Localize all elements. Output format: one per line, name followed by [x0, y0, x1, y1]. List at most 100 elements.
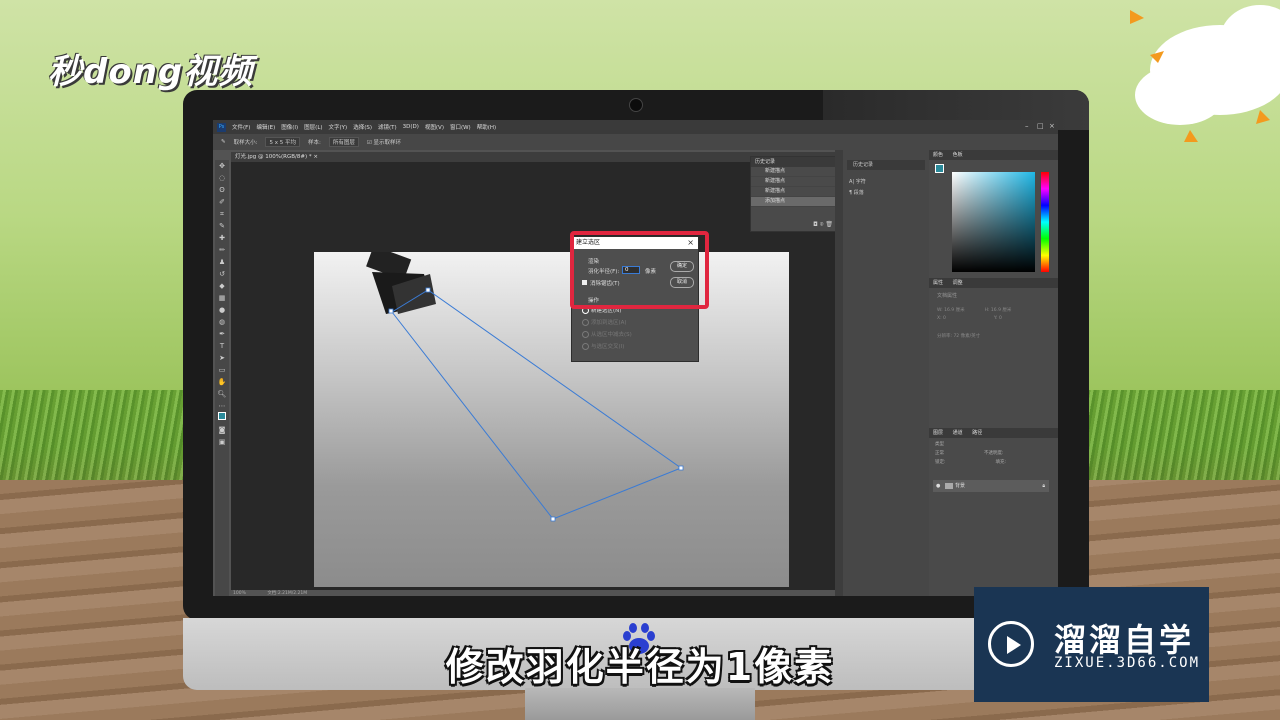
blur-tool-icon[interactable]: ● [215, 304, 229, 316]
foreground-color-swatch[interactable] [935, 164, 944, 173]
menu-image[interactable]: 图像(I) [281, 123, 298, 131]
history-panel-button[interactable]: 历史记录 [847, 160, 925, 170]
gradient-tool-icon[interactable]: ▦ [215, 292, 229, 304]
eraser-tool-icon[interactable]: ◆ [215, 280, 229, 292]
shape-tool-icon[interactable]: ▭ [215, 364, 229, 376]
options-bar: ✎ 取样大小: 5 x 5 平均 样本: 所有图层 ☑ 显示取样环 [213, 134, 1058, 150]
radio-subtract-selection[interactable] [582, 331, 589, 338]
history-item[interactable]: 新建描点 [751, 177, 839, 187]
camera-icon[interactable]: ⌾ [820, 221, 824, 228]
move-tool-icon[interactable]: ✥ [215, 160, 229, 172]
quick-select-tool-icon[interactable]: ✐ [215, 196, 229, 208]
type-tool-icon[interactable]: T [215, 340, 229, 352]
brand-logo: 秒dong视频 [48, 52, 254, 92]
dodge-tool-icon[interactable]: ◍ [215, 316, 229, 328]
panel-dock-strip [835, 150, 843, 596]
character-label: 字符 [855, 179, 866, 185]
tab-channels[interactable]: 通道 [953, 430, 963, 436]
tab-close-icon[interactable]: × [313, 154, 318, 160]
history-panel-title: 历史记录 [751, 157, 839, 167]
tab-color[interactable]: 颜色 [933, 152, 943, 158]
eyedropper-tool-icon[interactable]: ✎ [215, 220, 229, 232]
show-ring-label: 显示取样环 [373, 140, 402, 146]
opacity-label: 不透明度: [984, 451, 1004, 456]
monitor-stand [525, 688, 755, 720]
lock-icon: 🔒︎ [1042, 483, 1045, 489]
stamp-tool-icon[interactable]: ♟ [215, 256, 229, 268]
fill-label: 填充: [995, 460, 1007, 465]
healing-tool-icon[interactable]: ✚ [215, 232, 229, 244]
tab-layers[interactable]: 图层 [933, 430, 943, 436]
more-tools-icon[interactable]: ⋯ [215, 400, 229, 412]
watermark-site: ZIXUE.3D66.COM [1054, 655, 1201, 671]
minimize-icon[interactable]: – [1025, 122, 1029, 130]
snapshot-icon[interactable]: ◘ [813, 221, 818, 228]
properties-panel: 属性 调整 文档属性 W: 16.9 厘米 H: 16.9 厘米 X: 0 Y:… [929, 278, 1058, 426]
maximize-icon[interactable]: □ [1037, 122, 1044, 130]
hand-tool-icon[interactable]: ✋ [215, 376, 229, 388]
layer-kind-filter[interactable]: 类型 [929, 438, 1058, 447]
zoom-level: 100% [233, 591, 246, 596]
paragraph-panel-button[interactable]: ¶ 段落 [849, 189, 925, 196]
zoom-tool-icon[interactable]: 🔍︎ [215, 388, 229, 400]
brush-tool-icon[interactable]: ✏ [215, 244, 229, 256]
menu-help[interactable]: 帮助(H) [477, 123, 496, 131]
history-item-selected[interactable]: 添加描点 [751, 197, 839, 207]
play-circle-icon [988, 621, 1034, 667]
crop-tool-icon[interactable]: ⌗ [215, 208, 229, 220]
highlight-annotation-box [570, 231, 709, 309]
spotlight-lamp [366, 252, 436, 314]
lasso-tool-icon[interactable]: ʘ [215, 184, 229, 196]
pen-tool-icon[interactable]: ✒ [215, 328, 229, 340]
sample-label: 样本: [307, 140, 321, 146]
color-picker-field[interactable] [952, 172, 1035, 272]
close-icon[interactable]: × [1049, 122, 1055, 130]
color-swatches-icon[interactable] [215, 412, 229, 424]
lock-label: 锁定: [935, 460, 946, 465]
image-canvas[interactable] [314, 252, 789, 587]
tab-adjustments[interactable]: 调整 [953, 280, 963, 286]
layers-panel: 图层 通道 路径 类型 正常 不透明度: 锁定: 填充: ● 背景 🔒︎ [929, 428, 1058, 596]
menu-3d[interactable]: 3D(D) [403, 124, 419, 130]
sample-size-select[interactable]: 5 x 5 平均 [265, 137, 300, 147]
sample-select[interactable]: 所有图层 [328, 137, 359, 147]
history-item[interactable]: 新建描点 [751, 167, 839, 177]
document-properties-label: 文档属性 [937, 293, 958, 299]
menu-window[interactable]: 窗口(W) [450, 123, 471, 131]
tab-paths[interactable]: 路径 [972, 430, 982, 436]
menu-edit[interactable]: 编辑(E) [256, 123, 275, 131]
character-panel-button[interactable]: A| 字符 [849, 178, 925, 185]
hue-slider[interactable] [1041, 172, 1049, 272]
menu-type[interactable]: 文字(Y) [329, 123, 348, 131]
layer-row-background[interactable]: ● 背景 🔒︎ [933, 480, 1049, 492]
quick-mask-icon[interactable]: ◙ [215, 424, 229, 436]
trash-icon[interactable]: 🗑︎ [825, 221, 833, 228]
menu-layer[interactable]: 图层(L) [304, 123, 322, 131]
tab-properties[interactable]: 属性 [933, 280, 943, 286]
marquee-tool-icon[interactable]: ◌ [215, 172, 229, 184]
blend-mode-select[interactable]: 正常 [935, 450, 944, 456]
paragraph-label: 段落 [853, 190, 864, 196]
op-add-selection: 添加到选区(A) [591, 320, 627, 326]
op-subtract-selection: 从选区中减去(S) [591, 332, 632, 338]
screen-mode-icon[interactable]: ▣ [215, 436, 229, 448]
status-bar: 100% 文档:2.21M/2.21M [231, 590, 835, 596]
tab-swatches[interactable]: 色板 [953, 152, 963, 158]
camera-icon [629, 98, 643, 112]
show-ring-checkbox[interactable]: ☑ 显示取样环 [367, 138, 409, 146]
radio-intersect-selection[interactable] [582, 343, 589, 350]
history-brush-icon[interactable]: ↺ [215, 268, 229, 280]
path-select-icon[interactable]: ➤ [215, 352, 229, 364]
eyedropper-icon[interactable]: ✎ [221, 139, 226, 145]
menu-bar: Ps 文件(F) 编辑(E) 图像(I) 图层(L) 文字(Y) 选择(S) 滤… [213, 120, 1058, 134]
eye-icon[interactable]: ● [936, 480, 940, 492]
ps-app-icon: Ps [217, 122, 226, 132]
radio-add-selection[interactable] [582, 319, 589, 326]
menu-view[interactable]: 视图(V) [425, 123, 444, 131]
menu-file[interactable]: 文件(F) [232, 123, 250, 131]
prop-resolution: 分辨率: 72 像素/英寸 [937, 334, 981, 339]
prop-y: Y: 0 [993, 316, 1002, 321]
menu-select[interactable]: 选择(S) [353, 123, 372, 131]
menu-filter[interactable]: 滤镜(T) [378, 123, 397, 131]
history-item[interactable]: 新建描点 [751, 187, 839, 197]
